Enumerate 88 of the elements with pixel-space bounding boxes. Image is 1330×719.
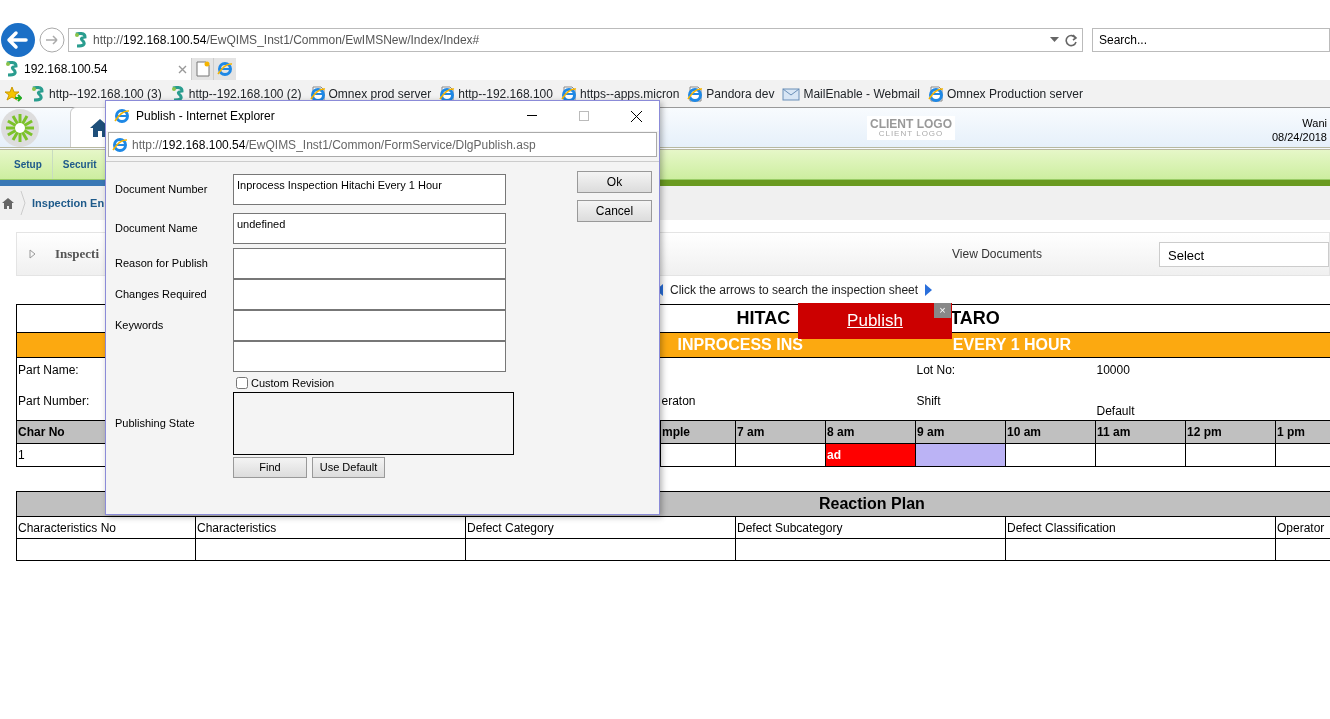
address-text: http://192.168.100.54/EwQIMS_Inst1/Common/EwIMSNew/Index/Index#: [93, 32, 480, 49]
column-header: 11 am: [1095, 420, 1186, 444]
site-icon: [73, 32, 89, 48]
column-header: Characteristics No: [16, 516, 196, 539]
site-icon: [169, 85, 186, 102]
column-header: Defect Classification: [1005, 516, 1276, 539]
field-label: Document Name: [115, 221, 199, 237]
browser-icon: [112, 136, 128, 153]
close-icon: [630, 110, 642, 122]
right-arrow-icon[interactable]: [924, 284, 933, 296]
sheet-subtitle: EVERY 1 HOUR: [952, 336, 1072, 353]
field-label: eraton: [660, 382, 736, 421]
site-icon: [30, 85, 46, 102]
dialog-button[interactable]: Cancel: [577, 200, 652, 222]
column-header: 9 am: [915, 420, 1006, 444]
field-label: Lot No:: [915, 357, 1006, 383]
search-field[interactable]: Search...: [1092, 28, 1330, 52]
field-label: Keywords: [115, 318, 165, 334]
field-label: Document Number: [115, 182, 209, 198]
browser-icon: [217, 61, 233, 77]
maximize-icon: [579, 111, 589, 121]
favorites-icon[interactable]: [4, 85, 22, 102]
forward-icon[interactable]: [39, 27, 65, 53]
view-documents-label: View Documents: [952, 246, 1042, 263]
favorite-link[interactable]: Pandora dev: [687, 84, 775, 103]
menu-tab[interactable]: Setup: [4, 150, 53, 179]
input-field[interactable]: [233, 341, 506, 372]
breadcrumb-link[interactable]: Inspection En: [32, 194, 105, 212]
favorite-link[interactable]: Omnex Production server: [927, 84, 1083, 103]
user-name: Wani: [1301, 115, 1327, 130]
favorite-link[interactable]: http--192.168.100 (2): [169, 84, 302, 103]
sheet-title: HITAC: [736, 308, 791, 328]
page-icon: [927, 85, 944, 102]
client-logo: CLIENT LOGO CLIENT LOGO: [867, 115, 955, 140]
browser-button[interactable]: [214, 58, 236, 80]
page-icon: [195, 61, 210, 77]
column-header: 12 pm: [1185, 420, 1276, 444]
list-box[interactable]: [233, 391, 514, 455]
column-header: Defect Subcategory: [735, 516, 1006, 539]
tab-title: 192.168.100.54: [24, 61, 108, 78]
close-icon[interactable]: [178, 64, 187, 74]
back-icon[interactable]: [0, 22, 36, 58]
dropdown-icon[interactable]: [1050, 37, 1060, 43]
window-title: Publish - Internet Explorer: [136, 108, 275, 125]
column-header: 10 am: [1005, 420, 1096, 444]
chevron-icon: [20, 191, 26, 215]
hint-text: Click the arrows to search the inspection sheet: [670, 282, 919, 299]
sheet-title: TARO: [950, 308, 1000, 328]
panel-title: Inspecti: [54, 245, 100, 264]
input-field[interactable]: [233, 279, 506, 310]
field-label: Shift: [915, 382, 1006, 421]
minimize-icon: [527, 115, 537, 117]
column-header: 1 pm: [1275, 420, 1330, 444]
checkbox[interactable]: [236, 377, 248, 390]
field-label: Reason for Publish: [115, 256, 209, 272]
column-header: Char No: [16, 420, 106, 444]
column-header: mple: [660, 420, 736, 444]
form-button[interactable]: Use Default: [312, 456, 385, 478]
column-header: 8 am: [825, 420, 916, 444]
field-label: Changes Required: [115, 287, 208, 303]
field-value: 10000: [1095, 357, 1186, 383]
address-field[interactable]: http://192.168.100.54/EwQIMS_Inst1/Common/EwIMSNew/Index/Index#: [68, 28, 1083, 52]
address-text: http://192.168.100.54/EwQIMS_Inst1/Common/FormService/DlgPublish.asp: [132, 136, 536, 154]
home-icon[interactable]: [2, 197, 14, 209]
refresh-icon[interactable]: [1064, 33, 1078, 47]
sheet-subtitle: INPROCESS INS: [677, 336, 803, 353]
column-header: Defect Category: [465, 516, 736, 539]
favorite-link[interactable]: MailEnable - Webmail: [782, 84, 920, 103]
field-value: Default: [1095, 382, 1186, 421]
input-field[interactable]: [233, 310, 506, 341]
browser-icon: [114, 108, 130, 124]
form-button[interactable]: Find: [233, 456, 307, 478]
input-field[interactable]: Inprocess Inspection Hitachi Every 1 Hour: [233, 174, 506, 205]
column-header: 7 am: [735, 420, 826, 444]
column-header: Characteristics: [195, 516, 466, 539]
checkbox-label: Custom Revision: [251, 376, 335, 391]
page-icon: [687, 85, 704, 102]
dialog-button[interactable]: Ok: [577, 171, 652, 193]
site-icon: [4, 61, 20, 77]
close-button[interactable]: ×: [934, 303, 951, 318]
favorite-link[interactable]: http--192.168.100 (3): [30, 84, 162, 103]
select-dropdown[interactable]: Select: [1159, 241, 1329, 267]
input-field[interactable]: [233, 248, 506, 279]
sunburst-logo: [0, 107, 40, 148]
input-field[interactable]: undefined: [233, 213, 506, 244]
date-text: 08/24/2018: [1271, 129, 1327, 144]
field-label: Publishing State: [115, 415, 196, 431]
mail-icon: [782, 86, 801, 101]
